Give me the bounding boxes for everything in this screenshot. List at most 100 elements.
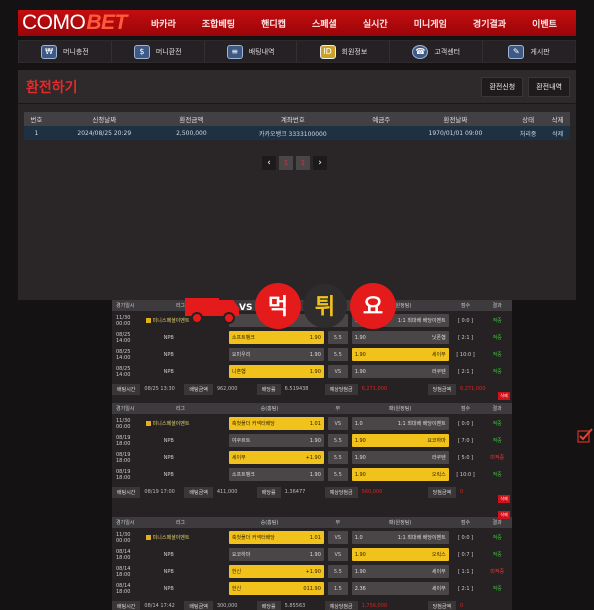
expected-win-label: 예상당첨금 <box>324 383 358 395</box>
draw-pick[interactable]: 5.5 <box>327 565 348 578</box>
subnav-deposit[interactable]: ₩ 머니충전 <box>19 41 112 62</box>
league: NPB <box>146 569 215 575</box>
col-withdraw-date: 환전날짜 <box>399 112 511 126</box>
subnav-withdraw[interactable]: $ 머니환전 <box>112 41 205 62</box>
subnav-member-info[interactable]: ID 회원정보 <box>297 41 391 62</box>
nav-special[interactable]: 스페셜 <box>312 17 337 30</box>
home-odds: 1.01 <box>309 420 321 427</box>
away-pick[interactable]: 1.90 오릭스 <box>351 548 449 561</box>
home-pick[interactable]: 한신 +1.90 <box>228 565 324 578</box>
draw-pick[interactable]: VS <box>327 548 348 561</box>
home-odds: 1.90 <box>309 437 321 444</box>
checkbox-checked-icon[interactable] <box>577 428 593 444</box>
page-button[interactable]: 1 <box>279 156 293 170</box>
header-league: 리그 <box>175 520 185 526</box>
subnav-board[interactable]: ✎ 게시판 <box>483 41 575 62</box>
league: NPB <box>146 352 215 358</box>
delete-link[interactable]: 삭제 <box>545 126 570 140</box>
withdraw-table: 번호 신청날짜 환전금액 계좌번호 예금주 환전날짜 상태 삭제 1 2024/… <box>24 112 570 140</box>
away-pick[interactable]: 1.90 세이부 <box>351 565 449 578</box>
home-pick[interactable]: 축첫폴더 커넥터배당 1.01 <box>228 417 324 430</box>
away-pick[interactable]: 1.0 1:1 최대배 배당이벤트 <box>351 417 449 430</box>
page-title: 환전하기 <box>26 79 78 96</box>
cell-status: 처리중 <box>510 126 546 140</box>
score: [ 0:0 ] <box>457 534 474 541</box>
draw-pick[interactable]: 1.5 <box>327 582 348 595</box>
away-pick[interactable]: 1.90 라쿠텐 <box>351 451 449 464</box>
bet-row: 11/30 00:00 미니스페셜이벤트 축첫폴더 커넥터배당 1.01 VS 1.0 1:… <box>112 530 512 545</box>
away-pick[interactable]: 2.36 세이부 <box>351 582 449 595</box>
away-pick[interactable]: 1.90 라쿠텐 <box>351 365 449 378</box>
draw-pick[interactable]: VS <box>327 365 348 378</box>
home-pick[interactable]: 축첫폴더 커넥터배당 1.01 <box>228 531 324 544</box>
home-pick[interactable]: 야쿠르트 1.90 <box>228 434 324 447</box>
prev-page-button[interactable]: ‹ <box>262 156 276 170</box>
delete-slip-button[interactable]: 삭제 <box>498 511 510 519</box>
cell-no: 1 <box>24 126 49 140</box>
col-account: 계좌번호 <box>222 112 363 126</box>
draw-pick[interactable]: VS <box>327 531 348 544</box>
result-badge: 적중 <box>492 421 502 427</box>
subnav-support[interactable]: ☎ 고객센터 <box>390 41 484 62</box>
away-pick[interactable]: 1.90 오릭스 <box>351 468 449 481</box>
away-pick[interactable]: 1.90 세이부 <box>351 348 449 361</box>
score: [ 0:0 ] <box>457 420 474 427</box>
nav-baccarat[interactable]: 바카라 <box>151 17 176 30</box>
draw-value: 1.5 <box>333 585 342 592</box>
home-team: 요미우리 <box>231 352 251 358</box>
result-badge: 적중 <box>492 318 502 324</box>
col-request-date: 신청날짜 <box>48 112 160 126</box>
home-pick[interactable]: 세이부 +1.90 <box>228 451 324 464</box>
bet-amount-label: 배팅금액 <box>184 486 213 498</box>
subnav-bet-history[interactable]: ≡ 배팅내역 <box>205 41 298 62</box>
cash-icon: $ <box>133 44 150 59</box>
away-team: 오릭스 <box>431 552 446 558</box>
home-pick[interactable]: 요미우리 1.90 <box>228 348 324 361</box>
home-odds: 1.90 <box>309 471 321 478</box>
bet-time-label: 배팅시간 <box>112 486 141 498</box>
headset-icon: ☎ <box>412 44 429 59</box>
draw-pick[interactable]: 5.5 <box>327 451 348 464</box>
draw-pick[interactable]: VS <box>327 417 348 430</box>
away-team: 닛폰햄 <box>431 335 446 341</box>
nav-handicap[interactable]: 핸디캡 <box>261 17 286 30</box>
home-pick[interactable]: 소프트뱅크 1.90 <box>228 468 324 481</box>
withdraw-request-button[interactable]: 환전신청 <box>481 76 524 97</box>
header-result: 결과 <box>492 520 502 526</box>
home-pick[interactable]: 한신 011.90 <box>228 582 324 595</box>
home-pick[interactable]: 니혼햄 1.90 <box>228 365 324 378</box>
bet-history-icon: ≡ <box>226 44 243 59</box>
home-team: 야쿠르트 <box>231 438 251 444</box>
league-flag-icon <box>145 318 151 323</box>
league-flag-icon <box>145 421 151 426</box>
delete-slip-button[interactable]: 삭제 <box>498 392 510 400</box>
match-date: 08/25 14:00 <box>116 348 131 361</box>
nav-live[interactable]: 실시간 <box>363 17 388 30</box>
win-amount-label: 당첨금액 <box>427 600 457 610</box>
draw-value: VS <box>334 534 342 541</box>
away-pick[interactable]: 1.0 1:1 최대배 배당이벤트 <box>351 531 449 544</box>
result-badge: 미적중 <box>490 455 505 461</box>
home-team: 세이부 <box>231 455 246 461</box>
page-button[interactable]: 1 <box>296 156 310 170</box>
withdraw-history-button[interactable]: 환전내역 <box>528 76 570 97</box>
draw-pick[interactable]: 5.5 <box>327 348 348 361</box>
league-name: 미니스페셜이벤트 <box>152 421 190 427</box>
nav-combo-bet[interactable]: 조합베팅 <box>202 17 235 30</box>
result-badge: 미적중 <box>490 569 505 575</box>
draw-pick[interactable]: 5.5 <box>327 468 348 481</box>
header-result: 결과 <box>492 303 502 309</box>
next-page-button[interactable]: › <box>313 156 327 170</box>
home-pick[interactable]: 요코하마 1.90 <box>228 548 324 561</box>
bet-row: 08/14 18:00 NPB 한신 011.90 1.5 2.36 세이부 [ 2:1 ] 적… <box>112 581 512 596</box>
piggy-bank-icon: ₩ <box>41 44 58 59</box>
away-team: 세이부 <box>431 569 446 575</box>
away-pick[interactable]: 1.90 요코하마 <box>351 434 449 447</box>
delete-slip-button[interactable]: 삭제 <box>498 495 510 503</box>
como-bet-logo[interactable]: COMO BET <box>18 10 138 36</box>
nav-results[interactable]: 경기결과 <box>473 17 506 30</box>
odds-value: 1.36477 <box>284 489 306 495</box>
nav-event[interactable]: 이벤트 <box>532 17 557 30</box>
draw-pick[interactable]: 5.5 <box>327 434 348 447</box>
nav-minigame[interactable]: 미니게임 <box>414 17 447 30</box>
